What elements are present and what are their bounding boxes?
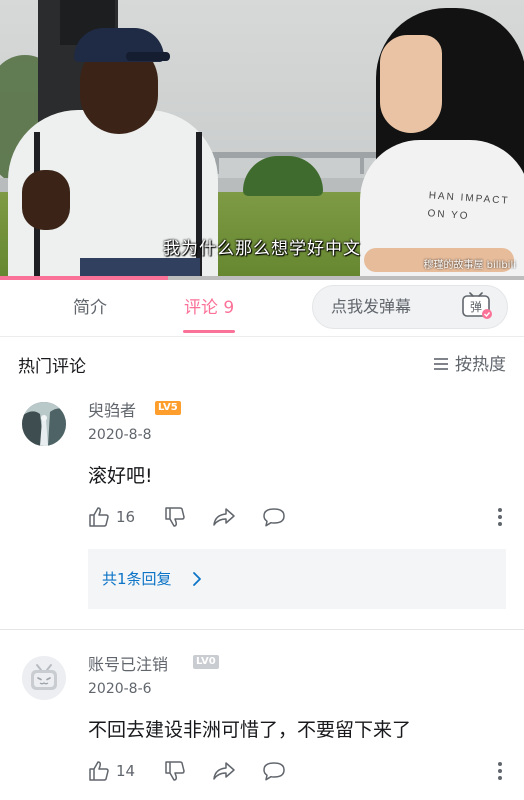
like-count: 14 [116,762,136,780]
comment-username[interactable]: 臾驺者 [88,397,136,421]
danmaku-placeholder: 点我发弹幕 [331,297,412,316]
comment-divider [0,629,524,630]
sort-label: 按热度 [455,355,506,375]
avatar[interactable] [22,656,66,700]
thumbs-up-icon [89,761,109,781]
tab-comments[interactable]: 评论 9 [184,280,234,336]
view-replies-box[interactable]: 共1条回复 [88,549,506,609]
video-person-right-face [380,35,442,133]
like-count: 16 [116,508,136,526]
tab-intro[interactable]: 简介 [73,280,107,336]
share-icon [213,508,235,526]
share-icon [213,762,235,780]
svg-text:弹: 弹 [470,300,482,314]
comment-actions: 16 [88,504,508,530]
share-button[interactable] [212,758,236,784]
like-button[interactable]: 14 [88,758,135,784]
reply-button[interactable] [262,504,286,530]
dislike-button[interactable] [164,504,186,530]
user-level-badge: LV5 [155,401,181,415]
danmaku-input[interactable]: 点我发弹幕 弹 [312,285,508,329]
video-watermark: 穆瑾的故事屋 bilibili [423,260,516,271]
thumbs-down-icon [165,507,185,527]
comment-bubble-icon [263,762,285,781]
hot-comments-title: 热门评论 [18,357,86,377]
comment-bubble-icon [263,508,285,527]
more-options-icon[interactable] [492,506,508,528]
view-replies-link[interactable]: 共1条回复 [102,549,172,609]
comment-content[interactable]: 不回去建设非洲可惜了，不要留下来了 [88,715,411,742]
comment-content[interactable]: 滚好吧! [88,461,153,488]
comment-date: 2020-8-8 [88,427,152,443]
tab-active-indicator [183,330,235,333]
danmaku-toggle-icon[interactable]: 弹 [461,292,493,320]
avatar[interactable] [22,402,66,446]
video-person-left-hand [22,170,70,230]
video-player[interactable]: HAN IMPACT ON YO 我为什么那么想学好中文 穆瑾的故事屋 bili… [0,0,524,280]
sort-by-hot-button[interactable]: 按热度 [433,350,506,375]
chevron-right-icon [193,572,201,586]
thumbs-up-icon [89,507,109,527]
share-button[interactable] [212,504,236,530]
thumbs-down-icon [165,761,185,781]
more-options-icon[interactable] [492,760,508,782]
video-person-left-cap-brim [126,52,170,61]
video-scene-pier [360,158,364,174]
reply-button[interactable] [262,758,286,784]
comment-actions: 14 [88,758,508,784]
comment-username[interactable]: 账号已注销 [88,651,168,675]
user-level-badge: LV0 [193,655,219,669]
video-shirt-print: HAN IMPACT ON YO [427,190,510,223]
default-avatar-tv-icon [22,656,66,700]
dislike-button[interactable] [164,758,186,784]
list-sort-icon [434,357,448,370]
like-button[interactable]: 16 [88,504,135,530]
comment-date: 2020-8-6 [88,681,152,697]
avatar-image-icon [22,402,66,446]
